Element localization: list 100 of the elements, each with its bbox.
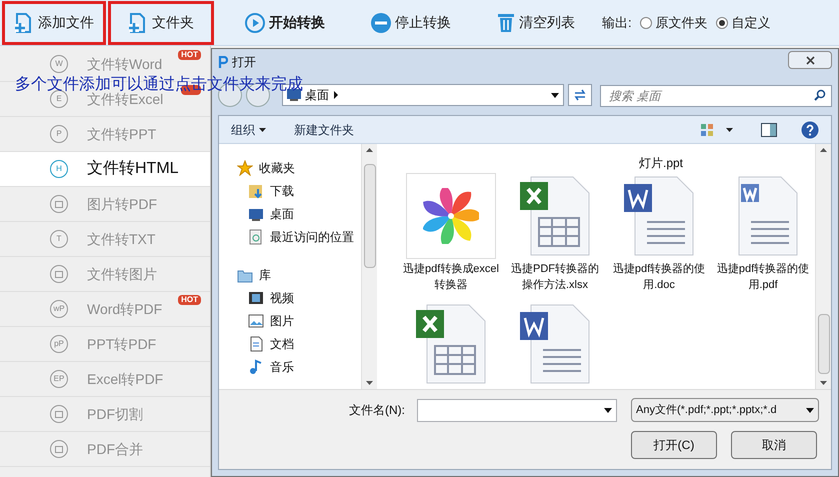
scroll-down-arrow-icon[interactable]: [820, 381, 827, 385]
circle-letter-icon: T: [50, 230, 68, 248]
file-plus-icon: [14, 12, 34, 34]
output-radio[interactable]: 自定义: [716, 12, 771, 32]
nav-item[interactable]: 下载: [237, 179, 361, 202]
film-icon: [248, 290, 264, 306]
sidebar-item-label: PDF切割: [87, 404, 143, 424]
dropdown-arrow-icon: [604, 408, 612, 412]
spreadsheet-file-icon: [519, 176, 591, 256]
command-button[interactable]: 新建文件夹: [294, 120, 354, 138]
document-file-icon: [623, 176, 695, 256]
file-label: 灯片.ppt: [638, 155, 684, 170]
scroll-up-arrow-icon[interactable]: [820, 148, 827, 152]
sidebar-item-label: 文件转PPT: [87, 124, 156, 144]
app-icon: [406, 173, 496, 259]
dropdown-arrow-icon: [806, 408, 814, 412]
monitor-icon: [287, 89, 301, 101]
nav-item[interactable]: 文档: [237, 332, 361, 355]
command-button[interactable]: 组织: [231, 120, 266, 138]
sidebar-item-label: PPT转PDF: [87, 334, 156, 354]
chevron-right-icon: [333, 91, 339, 99]
file-name: 迅捷pdf转换器的使用.doc: [612, 262, 706, 293]
refresh-button[interactable]: [568, 84, 592, 106]
picture-icon: [248, 312, 264, 328]
music-note-icon: [248, 358, 264, 374]
sidebar-item-label: 图片转PDF: [87, 194, 157, 214]
sidebar-item-label: 文件转Word: [87, 54, 162, 74]
circle-letter-icon: [50, 265, 68, 283]
dropdown-arrow-icon: [551, 92, 559, 98]
star-icon: [237, 160, 253, 176]
radio-circle[interactable]: [716, 16, 728, 28]
document-file-icon: [519, 304, 591, 384]
circle-letter-icon: [50, 405, 68, 423]
sidebar-item[interactable]: H 文件转HTML: [0, 152, 210, 187]
hot-badge: HOT: [178, 295, 201, 305]
p-logo-icon: [218, 56, 228, 68]
nav-item[interactable]: 图片: [237, 309, 361, 332]
sidebar-item-label: 文件转HTML: [87, 158, 179, 179]
circle-letter-icon: [50, 195, 68, 213]
trash-icon: [497, 12, 515, 32]
minus-icon: [371, 12, 391, 32]
caret-icon[interactable]: [726, 128, 733, 132]
address-text: 桌面: [305, 87, 329, 104]
refresh-icon: [573, 89, 587, 101]
dialog-button[interactable]: 取消: [731, 431, 817, 459]
file-name: 迅捷pdf转换器的使用.pdf: [716, 262, 810, 293]
dialog-title: 打开: [232, 54, 256, 71]
circle-letter-icon: wP: [50, 300, 68, 318]
toolbar-button[interactable]: 清空列表: [482, 0, 590, 44]
nav-item[interactable]: 收藏夹: [237, 156, 361, 179]
view-grid-icon[interactable]: [700, 122, 714, 136]
search-icon: [814, 89, 826, 101]
sidebar-item[interactable]: wP Word转PDF HOT: [0, 292, 210, 327]
sidebar-item-label: 文件转图片: [87, 264, 157, 284]
circle-letter-icon: [50, 440, 68, 458]
sidebar-item-label: 文件转Excel: [87, 90, 164, 108]
nav-item[interactable]: 音乐: [237, 355, 361, 378]
sidebar-item-label: Excel转PDF: [87, 370, 164, 388]
toolbar-button[interactable]: 添加文件: [2, 0, 106, 44]
nav-item[interactable]: 视频: [237, 286, 361, 309]
help-icon[interactable]: [801, 120, 819, 138]
caret-icon: [259, 128, 266, 132]
play-icon: [245, 12, 265, 32]
filename-field[interactable]: [417, 398, 617, 422]
filename-label: 文件名(N):: [349, 402, 406, 419]
preview-pane-icon[interactable]: [761, 122, 777, 136]
output-label: 输出:: [602, 14, 632, 32]
search-field[interactable]: 搜索 桌面: [600, 85, 832, 107]
scrollbar-thumb[interactable]: [818, 314, 830, 374]
file-type-dropdown[interactable]: Any文件(*.pdf;*.ppt;*.pptx;*.d: [631, 398, 819, 422]
scrollbar-thumb[interactable]: [364, 164, 376, 268]
circle-letter-icon: W: [50, 55, 68, 73]
recent-places-icon: [248, 228, 264, 244]
file-name: 迅捷PDF转换器的操作方法.xlsx: [510, 262, 600, 293]
sidebar-item-label: 文件转TXT: [87, 230, 156, 248]
close-icon: [806, 56, 814, 64]
output-radio[interactable]: 原文件夹: [640, 12, 708, 32]
nav-item[interactable]: 桌面: [237, 202, 361, 225]
circle-letter-icon: H: [50, 160, 68, 178]
file-plus-icon: [128, 12, 148, 34]
toolbar-button[interactable]: 停止转换: [356, 0, 466, 44]
circle-letter-icon: EP: [50, 370, 68, 388]
circle-letter-icon: P: [50, 125, 68, 143]
scrollbar[interactable]: [815, 144, 831, 389]
toolbar-button[interactable]: 文件夹: [108, 0, 214, 44]
file-name: 迅捷pdf转换成excel转换器: [403, 262, 499, 293]
scrollbar[interactable]: [361, 144, 377, 389]
hot-badge: HOT: [178, 50, 201, 60]
close-button[interactable]: [788, 51, 832, 69]
file-type-text: Any文件(*.pdf;*.ppt;*.pptx;*.d: [636, 402, 777, 418]
dialog-button[interactable]: 打开(C): [631, 431, 717, 459]
scroll-up-arrow-icon[interactable]: [366, 148, 373, 152]
toolbar-button[interactable]: 开始转换: [230, 0, 340, 44]
nav-item[interactable]: 库: [237, 263, 361, 286]
document-icon: [248, 336, 264, 352]
circle-letter-icon: pP: [50, 335, 68, 353]
spreadsheet-file-icon: [415, 304, 487, 384]
scroll-down-arrow-icon[interactable]: [366, 381, 373, 385]
sidebar-item-label: Word转PDF: [87, 300, 162, 318]
nav-item[interactable]: 最近访问的位置: [237, 225, 361, 248]
